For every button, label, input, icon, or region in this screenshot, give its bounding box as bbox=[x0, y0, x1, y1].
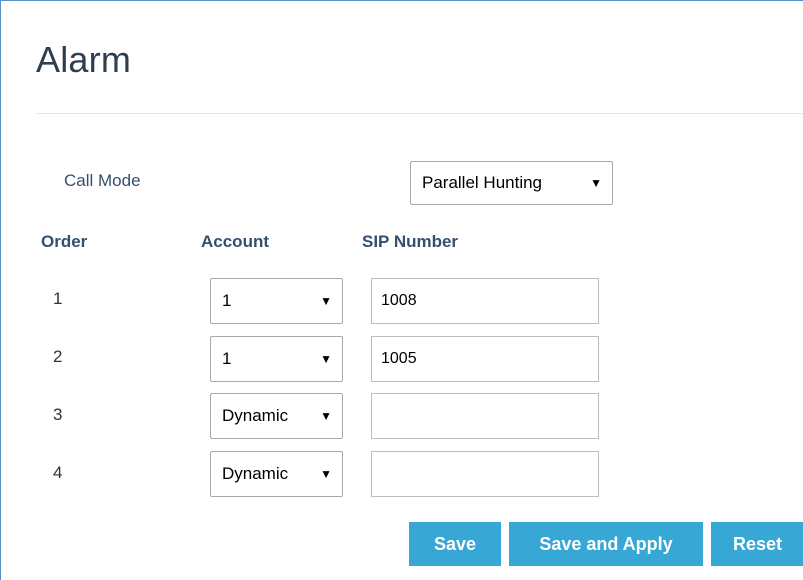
save-and-apply-button[interactable]: Save and Apply bbox=[509, 522, 703, 566]
order-number: 1 bbox=[53, 289, 63, 308]
account-selected-value: 1 bbox=[222, 291, 232, 310]
order-column-header: Order bbox=[41, 232, 88, 251]
account-selected-value: Dynamic bbox=[222, 406, 289, 425]
sip-number-input[interactable] bbox=[371, 336, 599, 382]
save-button[interactable]: Save bbox=[409, 522, 501, 566]
account-column-header: Account bbox=[201, 232, 269, 251]
call-mode-selected-value: Parallel Hunting bbox=[422, 173, 543, 192]
account-select[interactable]: 1 ▼ bbox=[210, 278, 343, 324]
reset-button[interactable]: Reset bbox=[711, 522, 803, 566]
chevron-down-icon: ▼ bbox=[320, 467, 332, 481]
account-select[interactable]: Dynamic ▼ bbox=[210, 393, 343, 439]
chevron-down-icon: ▼ bbox=[320, 352, 332, 366]
call-mode-label: Call Mode bbox=[64, 171, 141, 190]
order-number: 2 bbox=[53, 347, 63, 366]
chevron-down-icon: ▼ bbox=[590, 176, 602, 190]
account-select[interactable]: Dynamic ▼ bbox=[210, 451, 343, 497]
account-selected-value: 1 bbox=[222, 349, 232, 368]
call-mode-select[interactable]: Parallel Hunting ▼ bbox=[410, 161, 613, 205]
sip-number-column-header: SIP Number bbox=[362, 232, 459, 251]
sip-number-input[interactable] bbox=[371, 278, 599, 324]
chevron-down-icon: ▼ bbox=[320, 409, 332, 423]
sip-number-input[interactable] bbox=[371, 451, 599, 497]
account-select[interactable]: 1 ▼ bbox=[210, 336, 343, 382]
chevron-down-icon: ▼ bbox=[320, 294, 332, 308]
page-title: Alarm bbox=[36, 39, 132, 80]
sip-number-input[interactable] bbox=[371, 393, 599, 439]
alarm-settings-page: Alarm Call Mode Parallel Hunting ▼ Order… bbox=[0, 0, 803, 580]
order-number: 4 bbox=[53, 463, 63, 482]
order-number: 3 bbox=[53, 405, 63, 424]
title-divider bbox=[36, 113, 803, 114]
account-selected-value: Dynamic bbox=[222, 464, 289, 483]
